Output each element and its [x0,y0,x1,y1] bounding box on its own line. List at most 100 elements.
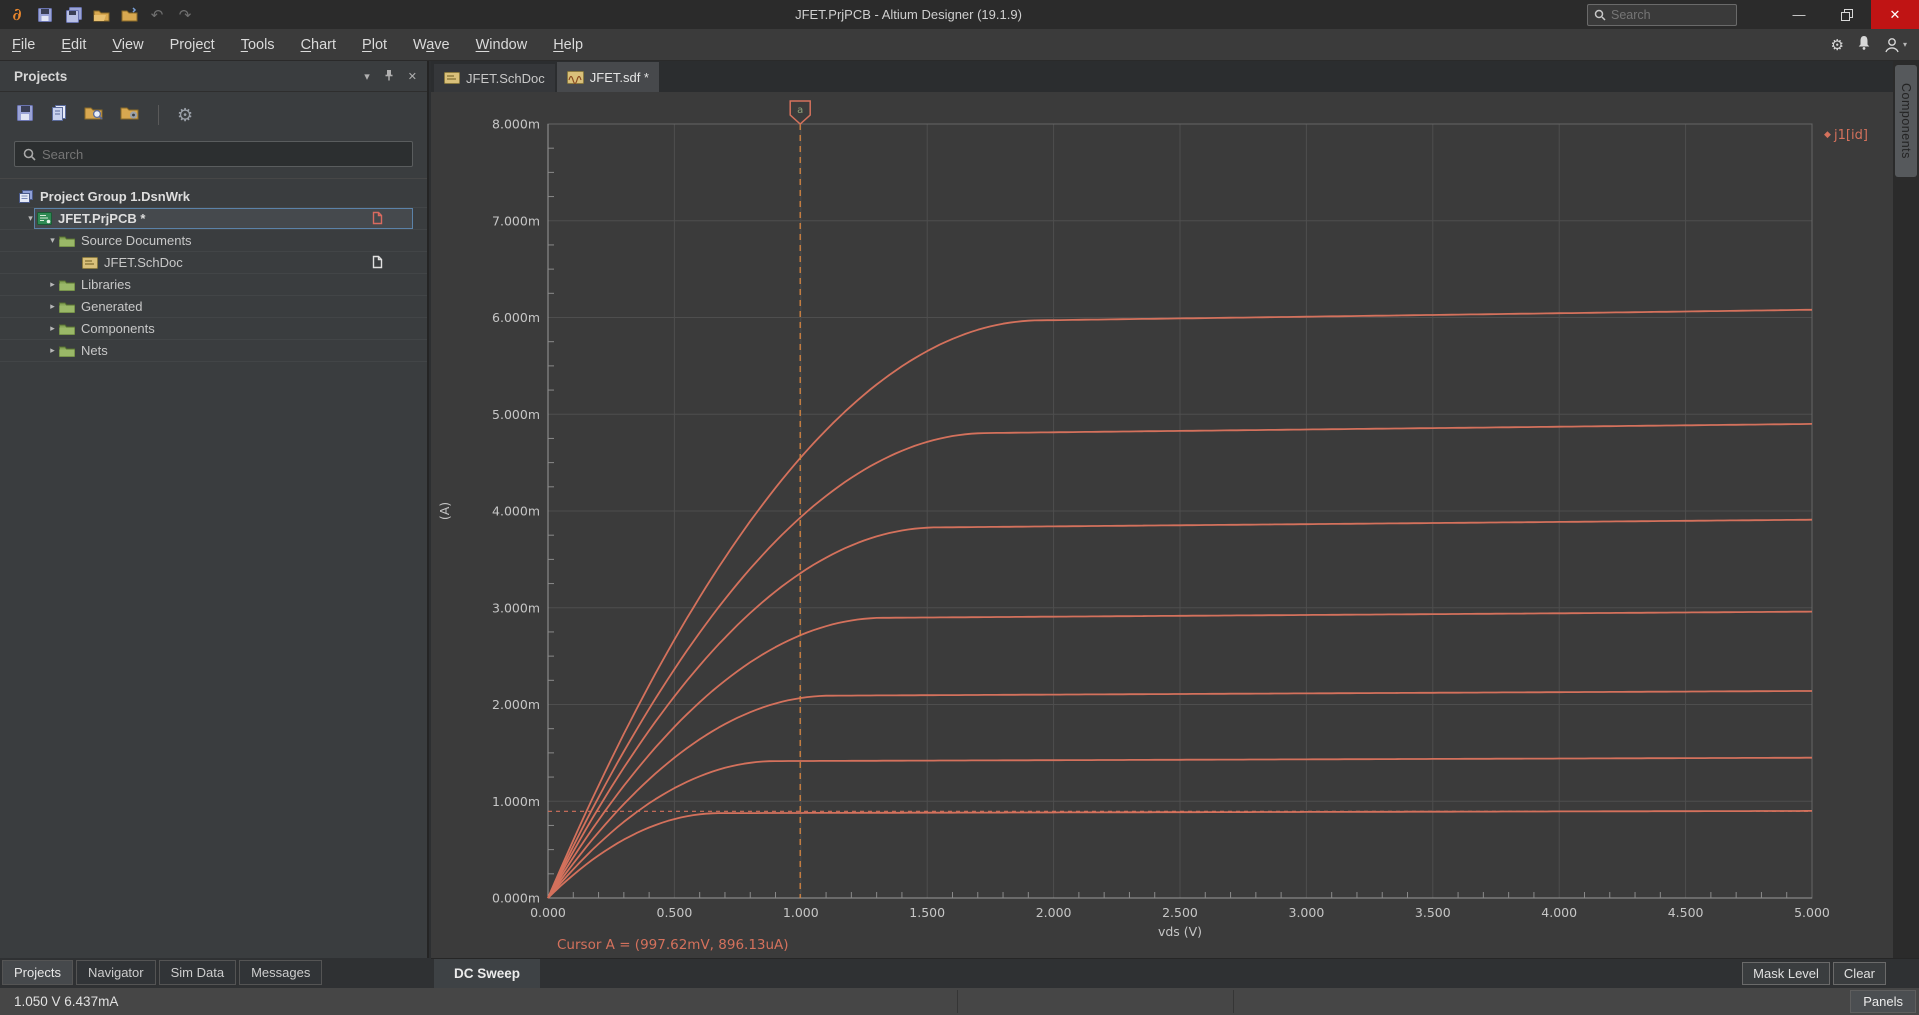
document-tab-1[interactable]: JFET.SchDoc [434,64,555,92]
menu-help[interactable]: Help [553,37,583,53]
folder-icon [59,344,75,357]
menu-file[interactable]: File [12,37,35,53]
document-tab-2[interactable]: JFET.sdf * [557,62,659,92]
titlebar-search[interactable] [1587,4,1737,26]
axis-tick-label: 1.000 [783,905,819,920]
notifications-bell-icon[interactable] [1857,35,1871,55]
menu-project[interactable]: Project [170,37,215,53]
axis-tick-label: 2.500 [1162,905,1198,920]
axis-tick-label: 4.000 [1541,905,1577,920]
search-icon [1594,9,1606,21]
menu-view[interactable]: View [112,37,143,53]
toolbar-separator [158,105,159,125]
tree-item-label: Nets [81,343,108,358]
panels-button[interactable]: Panels [1850,990,1916,1013]
settings-icon[interactable]: ⚙ [177,105,193,126]
axis-tick-label: 7.000m [492,213,540,228]
folder-search-icon[interactable] [84,104,104,126]
close-button[interactable]: ✕ [1871,0,1919,29]
menu-edit[interactable]: Edit [61,37,86,53]
folder-icon [59,322,75,335]
menu-window[interactable]: Window [476,37,528,53]
settings-gear-icon[interactable]: ⚙ [1831,36,1844,54]
open-folder-icon[interactable] [92,6,110,24]
save-all-icon[interactable] [64,6,82,24]
tree-item-label: Libraries [81,277,131,292]
axis-tick-label: 6.000m [492,310,540,325]
menu-chart[interactable]: Chart [301,37,336,53]
undo-icon[interactable]: ↶ [148,6,166,24]
document-status-icon [372,255,383,272]
redo-icon[interactable]: ↷ [176,6,194,24]
projects-panel: Projects ▾ ✕ ⚙ Project Group 1.DsnWrk▾JF… [0,61,429,958]
folder-icon [59,278,75,291]
minimize-button[interactable]: ― [1775,0,1823,29]
prjpcb-icon [37,212,52,225]
expand-arrow-icon[interactable]: ▸ [46,323,59,334]
tree-row[interactable]: ▸ Generated [0,296,427,318]
tree-row[interactable]: ▸ Nets [0,340,427,362]
tree-item-label: JFET.SchDoc [104,255,183,270]
menu-plot[interactable]: Plot [362,37,387,53]
tree-item-label: Project Group 1.DsnWrk [40,189,190,204]
clear-button[interactable]: Clear [1833,962,1886,985]
panel-tab-messages[interactable]: Messages [239,960,322,985]
tree-item-label: Generated [81,299,142,314]
statusbar: 1.050 V 6.437mA Panels [0,988,1919,1015]
save-icon[interactable] [36,6,54,24]
waveform-viewer: 0.0000.5001.0001.5002.0002.5003.0003.500… [431,92,1893,958]
analysis-tab-strip: DC Sweep Mask Level Clear [431,958,1919,988]
folder-icon [59,300,75,313]
axis-tick-label: 2.000 [1036,905,1072,920]
panel-pin-icon[interactable] [384,69,394,84]
search-icon [23,148,36,161]
panel-tab-navigator[interactable]: Navigator [76,960,156,985]
document-tab-label: JFET.SchDoc [466,71,545,86]
folder-settings-icon[interactable] [120,104,140,126]
tree-row[interactable]: ▾Source Documents [0,230,427,252]
tab-dc-sweep[interactable]: DC Sweep [434,959,540,988]
chevron-down-icon: ▾ [1903,40,1907,49]
legend-label: j1[id] [1833,128,1868,143]
collapse-arrow-icon[interactable]: ▾ [46,235,59,246]
titlebar-search-input[interactable] [1611,8,1721,22]
tree-row[interactable]: ▸ Libraries [0,274,427,296]
save-icon[interactable] [16,104,34,127]
menu-tools[interactable]: Tools [241,37,275,53]
restore-button[interactable] [1823,0,1871,29]
axis-tick-label: 3.000m [492,600,540,615]
tree-item-label: JFET.PrjPCB * [58,211,145,226]
tree-row[interactable]: Project Group 1.DsnWrk [0,186,427,208]
copy-documents-icon[interactable] [50,104,68,127]
altium-logo-icon: ∂ [8,6,26,24]
projects-search[interactable] [14,141,413,167]
axis-tick-label: 4.000m [492,504,540,519]
folder-icon [59,234,75,247]
menubar: File Edit View Project Tools Chart Plot Wave Win… [0,29,1919,61]
axis-tick-label: 8.000m [492,117,540,132]
tree-row[interactable]: ▸Components [0,318,427,340]
open-document-icon[interactable] [120,6,138,24]
tree-row[interactable]: JFET.SchDoc [0,252,427,274]
titlebar: ∂ ↶ ↷ JFET.PrjPCB - Altium Designer (19.… [0,0,1919,29]
expand-arrow-icon[interactable]: ▸ [46,279,59,290]
panel-tab-sim-data[interactable]: Sim Data [159,960,236,985]
dsnwrk-icon [18,190,34,204]
panel-title: Projects [14,69,350,84]
panel-tab-projects[interactable]: Projects [2,960,73,985]
axis-tick-label: 0.500 [657,905,693,920]
window-title: JFET.PrjPCB - Altium Designer (19.1.9) [230,7,1587,22]
mask-level-button[interactable]: Mask Level [1742,962,1830,985]
expand-arrow-icon[interactable]: ▸ [46,301,59,312]
tab-components[interactable]: Components [1895,65,1917,177]
axis-tick-label: 4.500 [1668,905,1704,920]
tree-row[interactable]: ▾ JFET.PrjPCB * [0,208,427,230]
panel-close-icon[interactable]: ✕ [408,70,417,83]
y-axis-title: (A) [437,502,452,520]
collapse-arrow-icon[interactable]: ▾ [24,213,37,224]
user-account-icon[interactable]: ▾ [1884,37,1907,53]
projects-search-input[interactable] [42,147,404,162]
panel-dropdown-icon[interactable]: ▾ [364,70,370,83]
menu-wave[interactable]: Wave [413,37,450,53]
expand-arrow-icon[interactable]: ▸ [46,345,59,356]
